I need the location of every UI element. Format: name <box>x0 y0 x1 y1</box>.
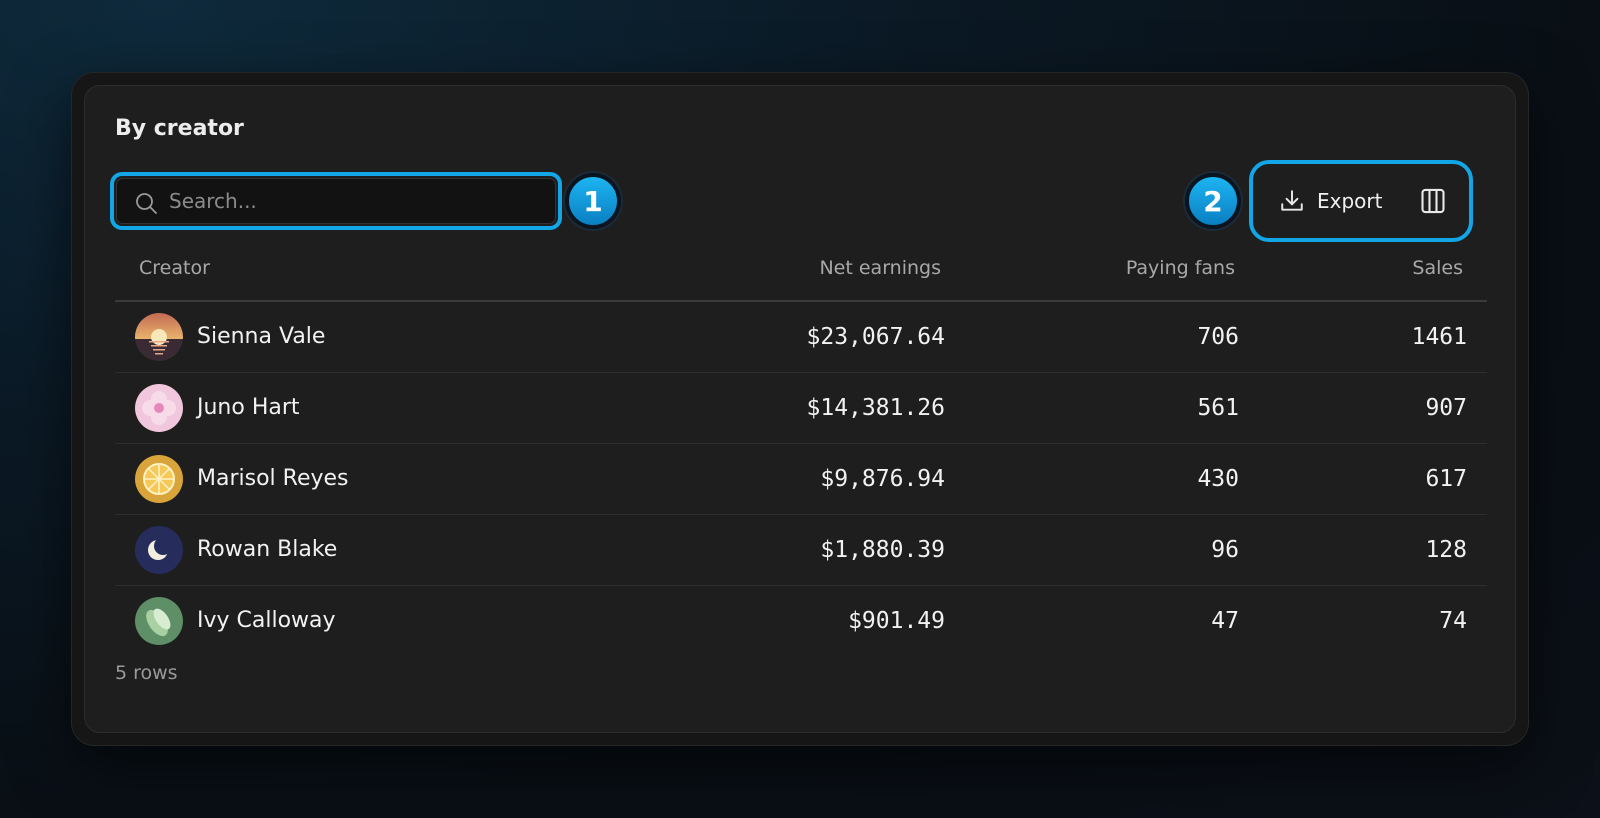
row-count: 5 rows <box>115 662 178 684</box>
table-row[interactable]: Sienna Vale $23,067.64 706 1461 <box>115 301 1487 373</box>
creator-table: Creator Net earnings Paying fans Sales S… <box>115 244 1487 656</box>
table-header-row: Creator Net earnings Paying fans Sales <box>115 244 1487 302</box>
sunset-avatar-icon <box>135 312 183 361</box>
creator-name: Marisol Reyes <box>197 466 349 491</box>
creator-name: Sienna Vale <box>197 324 326 350</box>
sales-cell: 907 <box>1259 372 1487 444</box>
creator-name: Rowan Blake <box>197 537 338 562</box>
sales-cell: 1461 <box>1259 301 1487 373</box>
net-earnings-cell: $1,880.39 <box>675 514 965 586</box>
table-row[interactable]: Juno Hart $14,381.26 561 907 <box>115 372 1487 444</box>
export-label: Export <box>1317 189 1383 213</box>
net-earnings-cell: $23,067.64 <box>675 301 965 373</box>
moon-avatar-icon <box>135 525 183 574</box>
paying-fans-cell: 47 <box>1211 607 1239 634</box>
column-header-creator[interactable]: Creator <box>115 244 675 302</box>
column-header-paying-fans[interactable]: Paying fans <box>965 244 1259 302</box>
sales-cell: 74 <box>1439 607 1467 634</box>
table-row[interactable]: Ivy Calloway $901.49 47 74 <box>115 585 1487 656</box>
table-row[interactable]: Rowan Blake $1,880.39 96 128 <box>115 514 1487 586</box>
export-button[interactable]: Export <box>1279 184 1382 218</box>
search-input[interactable] <box>169 179 547 223</box>
citrus-avatar-icon <box>135 454 183 503</box>
download-icon <box>1281 190 1303 211</box>
net-earnings-cell: $14,381.26 <box>675 372 965 444</box>
sales-cell: 617 <box>1259 443 1487 515</box>
step-badge-1: 1 <box>565 173 621 229</box>
columns-icon[interactable] <box>1419 187 1447 215</box>
search-highlight <box>110 172 562 230</box>
app-frame: By creator 1 2 Export <box>72 73 1528 745</box>
creator-card: By creator 1 2 Export <box>84 85 1516 733</box>
step-badge-2: 2 <box>1185 173 1241 229</box>
leaf-avatar-icon <box>135 596 183 645</box>
paying-fans-cell: 706 <box>965 301 1259 373</box>
net-earnings-cell: $901.49 <box>848 607 945 634</box>
table-row[interactable]: Marisol Reyes $9,876.94 430 617 <box>115 443 1487 515</box>
creator-name: Ivy Calloway <box>197 608 336 634</box>
flower-avatar-icon <box>135 383 183 432</box>
paying-fans-cell: 96 <box>965 514 1259 586</box>
creator-name: Juno Hart <box>197 395 300 420</box>
paying-fans-cell: 430 <box>965 443 1259 515</box>
net-earnings-cell: $9,876.94 <box>675 443 965 515</box>
column-header-net-earnings[interactable]: Net earnings <box>675 244 965 302</box>
search-icon <box>136 193 157 214</box>
toolbar-highlight: Export <box>1249 160 1473 242</box>
card-title: By creator <box>115 116 244 141</box>
search-box[interactable] <box>116 178 556 224</box>
sales-cell: 128 <box>1259 514 1487 586</box>
paying-fans-cell: 561 <box>965 372 1259 444</box>
column-header-sales[interactable]: Sales <box>1259 244 1487 302</box>
